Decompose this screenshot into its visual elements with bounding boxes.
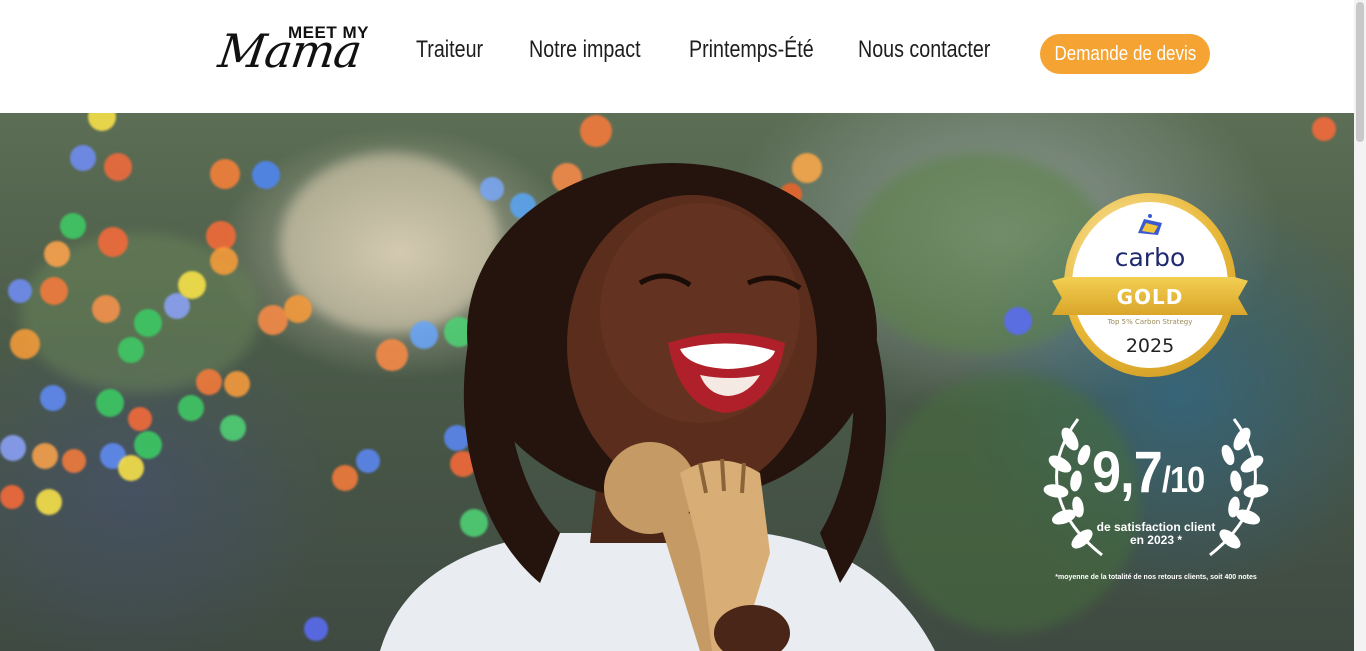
- nav-item-notre-impact[interactable]: Notre impact: [529, 36, 641, 64]
- rating-footnote: *moyenne de la totalité de nos retours c…: [1055, 574, 1257, 581]
- nav-item-traiteur[interactable]: Traiteur: [416, 36, 483, 64]
- rating-score: 9,7/10: [1092, 439, 1205, 506]
- page-scrollbar[interactable]: [1354, 0, 1366, 651]
- rating-score-value: 9,7: [1092, 440, 1163, 505]
- site-header: MEET MY Mama Traiteur Notre impact Print…: [0, 0, 1354, 113]
- nav-item-printemps-ete[interactable]: Printemps-Été: [689, 36, 814, 64]
- quote-request-button[interactable]: Demande de devis: [1040, 34, 1210, 74]
- badge-brand: carbo: [1114, 243, 1186, 272]
- customer-rating: 9,7/10 de satisfaction client en 2023 *: [1040, 409, 1272, 559]
- nav-item-nous-contacter[interactable]: Nous contacter: [858, 36, 990, 64]
- hero-image: carbo GOLD Top 5% Carbon Strategy 2025 9…: [0, 113, 1354, 651]
- badge-level: GOLD: [1116, 285, 1184, 309]
- carbo-gold-badge[interactable]: carbo GOLD Top 5% Carbon Strategy 2025: [1052, 193, 1248, 379]
- carbo-logo-icon: [1138, 214, 1162, 235]
- badge-subtitle: Top 5% Carbon Strategy: [1107, 318, 1193, 326]
- scrollbar-thumb[interactable]: [1356, 2, 1364, 142]
- rating-label: de satisfaction client en 2023 *: [1040, 521, 1272, 547]
- logo-script-text: Mama: [215, 24, 365, 78]
- badge-year: 2025: [1125, 335, 1175, 357]
- rating-label-line2: en 2023 *: [1129, 533, 1183, 547]
- quote-request-label: Demande de devis: [1054, 42, 1196, 65]
- meet-my-mama-logo[interactable]: MEET MY Mama: [215, 20, 371, 86]
- rating-denominator: /10: [1161, 459, 1205, 500]
